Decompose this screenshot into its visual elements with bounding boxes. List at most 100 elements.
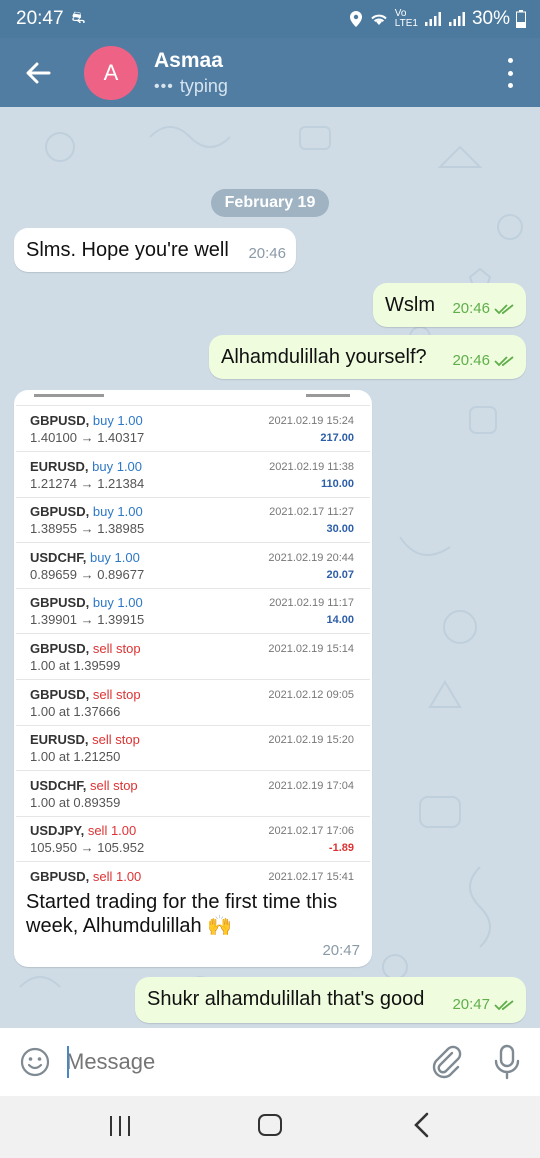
trade-date: 2021.02.12 09:05: [268, 688, 354, 701]
emoji-icon[interactable]: [20, 1047, 50, 1077]
trade-row: USDCHF, buy 1.00 0.89659 → 0.89677 2021.02…: [16, 543, 370, 589]
typing-label: typing: [179, 76, 228, 96]
recent-apps-button[interactable]: [110, 1116, 130, 1136]
trade-symbol-name: USDCHF,: [30, 549, 87, 565]
trade-detail: 0.89659 → 0.89677: [30, 566, 145, 582]
raising-hands-emoji: 🙌: [207, 915, 233, 937]
signal-icon: [424, 12, 441, 26]
message-time: 20:47: [322, 942, 360, 959]
trade-profit: 30.00: [326, 523, 354, 536]
trade-symbol: GBPUSD, sell 1.00: [30, 869, 141, 884]
trade-symbol: GBPUSD, sell stop: [30, 641, 141, 656]
battery-level: 30%: [471, 8, 510, 29]
trade-action: sell stop: [89, 777, 138, 793]
avatar-letter: A: [103, 59, 119, 85]
trade-date: 2021.02.19 20:44: [268, 551, 354, 564]
text-cursor: [67, 1046, 69, 1078]
trade-detail: 105.950 → 105.952: [30, 840, 145, 856]
message-composer: [0, 1028, 540, 1096]
trade-action: buy 1.00: [89, 549, 140, 565]
message-time: 20:46: [452, 352, 490, 369]
trade-symbol-name: GBPUSD,: [30, 869, 90, 884]
trade-symbol: EURUSD, sell stop: [30, 732, 140, 747]
trade-symbol-name: GBPUSD,: [30, 413, 90, 428]
microphone-icon[interactable]: [492, 1044, 522, 1080]
message-meta: 20:47: [452, 993, 516, 1017]
message-bubble-outgoing[interactable]: Shukr alhamdulillah that's good 20:47: [135, 977, 526, 1023]
trade-date: 2021.02.17 15:41: [268, 871, 354, 883]
trade-symbol: USDCHF, buy 1.00: [30, 550, 140, 565]
avatar[interactable]: A: [84, 45, 138, 100]
battery-icon: [516, 10, 526, 28]
chat-area[interactable]: February 19 Slms. Hope you're well 20:46…: [0, 107, 540, 1028]
trade-row: EURUSD, buy 1.00 1.21274 → 1.21384 2021.02…: [16, 452, 370, 498]
trade-date: 2021.02.19 15:24: [268, 415, 354, 427]
message-text: Shukr alhamdulillah that's good: [147, 988, 425, 1010]
trade-symbol: GBPUSD, buy 1.00: [30, 504, 143, 519]
trade-profit: 20.07: [326, 568, 354, 581]
trade-symbol-name: USDJPY,: [30, 823, 85, 839]
trade-action: buy 1.00: [92, 504, 143, 520]
message-text: Alhamdulillah yourself?: [221, 346, 427, 368]
trade-action: sell 1.00: [92, 869, 142, 884]
typing-dots-icon: •••: [154, 77, 174, 95]
trade-action: buy 1.00: [92, 458, 143, 474]
home-button[interactable]: [258, 1114, 282, 1136]
message-input[interactable]: [66, 1044, 406, 1080]
trade-symbol-name: GBPUSD,: [30, 641, 90, 656]
trade-symbol: GBPUSD, sell stop: [30, 687, 141, 702]
typing-status: ••• typing: [154, 76, 228, 97]
trade-date: 2021.02.19 17:04: [268, 779, 354, 792]
contact-info[interactable]: Asmaa ••• typing: [154, 48, 228, 97]
trade-symbol-name: EURUSD,: [30, 458, 89, 474]
more-options-button[interactable]: [500, 58, 520, 88]
trade-row: GBPUSD, buy 1.00 1.39901 → 1.39915 2021.02…: [16, 588, 370, 635]
message-bubble-incoming[interactable]: Slms. Hope you're well 20:46: [14, 228, 296, 272]
photo-message-incoming[interactable]: GBPUSD, buy 1.00 1.40100 → 1.40317 2021.02…: [14, 390, 372, 967]
location-icon: [349, 11, 362, 27]
trade-action: sell stop: [92, 686, 141, 702]
photo-caption: Started trading for the first time this …: [26, 890, 366, 938]
trade-row: EURUSD, sell stop 1.00 at 1.21250 2021.02.…: [16, 725, 370, 772]
trade-symbol: GBPUSD, buy 1.00: [30, 595, 143, 610]
trade-history-screenshot[interactable]: GBPUSD, buy 1.00 1.40100 → 1.40317 2021.02…: [16, 394, 370, 888]
trade-symbol-name: GBPUSD,: [30, 595, 90, 611]
trade-row: GBPUSD, buy 1.00 1.40100 → 1.40317 2021.02…: [16, 406, 370, 452]
trade-symbol-name: USDCHF,: [30, 777, 87, 793]
trade-action: sell 1.00: [87, 823, 137, 839]
nav-back-icon[interactable]: [410, 1112, 434, 1138]
trade-row: GBPUSD, sell 1.00 1.38655 → 1.38669 2021.0…: [16, 862, 370, 888]
message-time: 20:47: [452, 996, 490, 1013]
message-text: Slms. Hope you're well: [26, 239, 229, 261]
trade-row: GBPUSD, sell stop 1.00 at 1.37666 2021.02.…: [16, 680, 370, 726]
message-time: 20:46: [248, 245, 286, 262]
trade-action: sell stop: [92, 641, 141, 656]
double-check-icon: [494, 1000, 514, 1011]
message-bubble-outgoing[interactable]: Wslm 20:46: [373, 283, 526, 327]
wifi-icon: [371, 14, 387, 25]
back-button[interactable]: [20, 55, 56, 91]
trade-row: GBPUSD, buy 1.00 1.38955 → 1.38985 2021.02…: [16, 497, 370, 544]
more-options-icon: [507, 58, 513, 63]
trade-detail: 1.00 at 1.21250: [30, 749, 121, 765]
date-separator: February 19: [211, 189, 329, 217]
message-text: Wslm: [385, 294, 435, 316]
message-bubble-outgoing[interactable]: Alhamdulillah yourself? 20:46: [209, 335, 526, 379]
trade-profit: 14.00: [326, 614, 354, 627]
trade-detail: 1.38955 → 1.38985: [30, 521, 145, 537]
message-time: 20:46: [452, 300, 490, 317]
signal-icon: [448, 12, 465, 26]
trade-symbol: GBPUSD, buy 1.00: [30, 413, 143, 428]
trade-detail: 1.21274 → 1.21384: [30, 475, 145, 491]
trade-date: 2021.02.19 11:38: [269, 460, 354, 473]
trade-symbol-name: EURUSD,: [30, 732, 89, 748]
trade-action: sell stop: [92, 732, 140, 748]
trade-row: USDJPY, sell 1.00 105.950 → 105.952 2021.0…: [16, 816, 370, 863]
status-bar: 20:47 ⛐ Vo LTE1 30%: [0, 0, 540, 38]
trade-detail: 1.00 at 0.89359: [30, 794, 121, 810]
trade-symbol: USDJPY, sell 1.00: [30, 823, 136, 838]
paperclip-icon[interactable]: [428, 1044, 464, 1080]
status-icons: Vo LTE1 30%: [349, 8, 526, 30]
trade-detail: 1.40100 → 1.40317: [30, 430, 145, 445]
trade-date: 2021.02.17 11:27: [269, 506, 354, 519]
